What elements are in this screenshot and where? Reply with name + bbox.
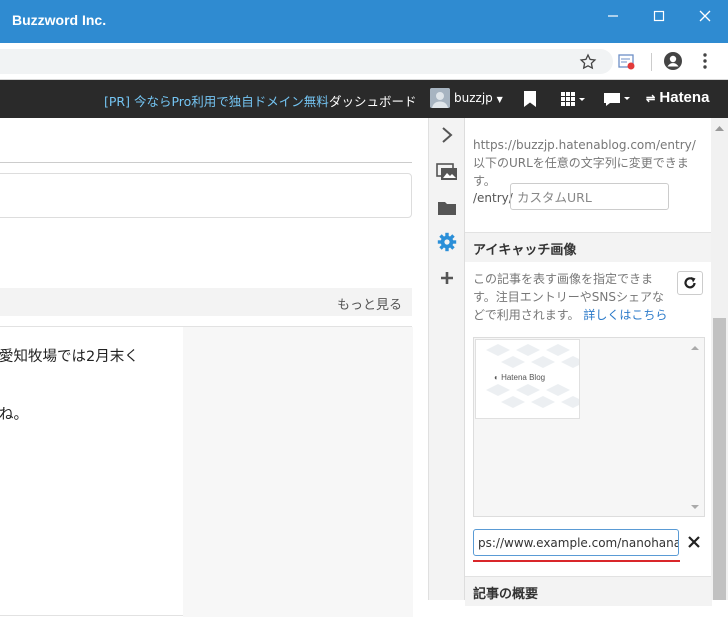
sidebar-rail (428, 118, 464, 600)
learn-more-link[interactable]: 詳しくはこちら (583, 308, 667, 322)
entry-prefix: /entry/ (473, 191, 513, 205)
summary-section-title: 記事の概要 (465, 576, 712, 606)
refresh-button[interactable] (677, 271, 703, 295)
grid-menu[interactable] (560, 91, 586, 111)
scroll-up-icon (715, 126, 724, 131)
minimize-button[interactable] (590, 0, 636, 32)
caret-down-icon: ▼ (496, 95, 503, 104)
url-input-underline (473, 560, 680, 562)
close-icon (699, 10, 711, 22)
scroll-arrows-icon (691, 346, 699, 509)
settings-panel: https://buzzjp.hatenablog.com/entry/以下のU… (464, 118, 712, 606)
photo-tool[interactable] (429, 158, 465, 186)
user-menu[interactable]: buzzjp ▼ (454, 91, 503, 105)
image-list-scrollbar[interactable] (686, 338, 704, 516)
plus-icon (441, 272, 453, 284)
image-list[interactable]: ◐ Hatena Blog (473, 337, 705, 517)
hatena-logo-text: Hatena (659, 89, 710, 106)
toolbar-divider (651, 53, 652, 71)
related-bar: もっと見る (0, 288, 412, 316)
image-url-input[interactable]: ps://www.example.com/nanohana.jpg (473, 529, 679, 556)
article-line-1: 愛知牧場では2月末く (0, 349, 139, 365)
eyecatch-section-title: アイキャッチ画像 (465, 232, 712, 262)
article-line-2: ね。 (0, 407, 28, 423)
photo-icon (436, 163, 457, 180)
thumbnail-label-text: Hatena Blog (501, 373, 546, 382)
username-label: buzzjp (454, 91, 493, 105)
menu-dots-icon[interactable] (700, 52, 710, 74)
address-bar[interactable] (0, 49, 613, 74)
article-preview: 愛知牧場では2月末く ね。 (0, 326, 413, 617)
add-tool[interactable] (429, 264, 465, 292)
refresh-icon (684, 277, 696, 289)
hatena-logo[interactable]: ⇌ Hatena (646, 89, 709, 106)
custom-url-input[interactable]: カスタムURL (510, 183, 669, 210)
minimize-icon (608, 15, 618, 17)
hatena-global-bar: [PR] 今ならPro利用で独自ドメイン無料 ダッシュボード buzzjp ▼ … (0, 80, 728, 118)
settings-tool[interactable] (429, 228, 465, 256)
grid-icon (561, 92, 585, 106)
clear-url-button[interactable] (685, 531, 703, 553)
maximize-button[interactable] (636, 0, 682, 32)
bookmark-icon[interactable] (523, 90, 537, 112)
eyecatch-description: この記事を表す画像を指定できます。注目エントリーやSNSシェアなどで利用されます… (473, 270, 671, 324)
collapse-panel-button[interactable] (429, 121, 465, 149)
maximize-icon (653, 10, 665, 22)
panel-scrollbar[interactable] (711, 118, 728, 600)
avatar[interactable] (430, 88, 450, 108)
window-title: Buzzword Inc. (12, 12, 107, 28)
chat-menu[interactable] (603, 91, 631, 111)
promo-link[interactable]: [PR] 今ならPro利用で独自ドメイン無料 (104, 91, 329, 110)
gear-icon (437, 232, 457, 252)
folder-tool[interactable] (429, 194, 465, 222)
star-icon[interactable] (579, 53, 597, 75)
folder-icon (438, 202, 456, 215)
close-window-button[interactable] (682, 0, 728, 32)
custom-url-help: https://buzzjp.hatenablog.com/entry/以下のU… (473, 138, 696, 188)
image-thumbnail[interactable]: ◐ Hatena Blog (475, 339, 580, 419)
account-icon[interactable] (663, 51, 683, 75)
browser-toolbar (0, 43, 728, 80)
article-side-area (183, 327, 413, 617)
title-underline (0, 162, 412, 163)
close-icon (688, 536, 700, 548)
extension-icon[interactable] (617, 52, 637, 76)
window-titlebar: Buzzword Inc. (0, 0, 728, 43)
chevron-right-icon (442, 127, 453, 143)
panel-scroll-thumb[interactable] (713, 318, 726, 600)
editor-input-box[interactable] (0, 173, 412, 218)
chat-icon (604, 93, 630, 106)
thumbnail-label: ◐ Hatena Blog (494, 373, 546, 382)
more-link[interactable]: もっと見る (337, 294, 402, 313)
dashboard-link[interactable]: ダッシュボード (329, 91, 417, 110)
